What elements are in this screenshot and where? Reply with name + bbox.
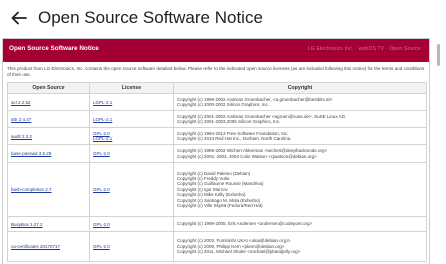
open-source-cell: ca-certificates 20170717 xyxy=(7,231,90,262)
copyright-cell: Copyright (c) 2001-2002 Andreas Gruenbac… xyxy=(173,110,427,128)
table-row: acl 2.2.52 LGPL-2.1 Copyright (c) 1999-200… xyxy=(7,93,427,111)
license-cell: GPL-2.0 xyxy=(89,144,174,163)
scrollbar[interactable] xyxy=(432,38,446,264)
table-row: attr 2.4.47 LGPL-2.1 Copyright (c) 2001-20… xyxy=(7,110,427,128)
notice-document[interactable]: Open Source Software Notice LG Electroni… xyxy=(2,38,430,264)
open-source-link[interactable]: acl 2.2.52 xyxy=(11,100,31,105)
open-source-cell: bash-completion 2.7 xyxy=(7,162,90,217)
table-header-row: Open Source License Copyright xyxy=(7,82,427,94)
open-source-link[interactable]: BusyBox 1.27.2 xyxy=(11,222,43,227)
license-cell: GPL-2.0 xyxy=(89,216,174,232)
copyright-line: Copyright (c) 2000-2002 Silicon Graphics… xyxy=(177,102,270,107)
banner-subtitle: LG Electronics Inc. · webOS TV · Open So… xyxy=(307,46,421,52)
intro-text: This product from LG Electronics, Inc. c… xyxy=(7,66,425,77)
column-header-open-source: Open Source xyxy=(7,82,90,94)
open-source-cell: BusyBox 1.27.2 xyxy=(7,216,90,232)
scroll-thumb[interactable] xyxy=(437,44,440,66)
license-cell: LGPL-2.1 xyxy=(89,93,174,111)
oss-table: Open Source License Copyright acl 2.2.52… xyxy=(7,82,427,262)
license-link[interactable]: GPL-2.0 xyxy=(93,151,170,156)
copyright-cell: Copyright (c) 1999-2002 Andreas Gruenbac… xyxy=(173,93,427,111)
open-source-link[interactable]: bash-completion 2.7 xyxy=(11,187,52,192)
license-cell: LGPL-2.1 xyxy=(89,110,174,128)
copyright-cell: Copyright (c) David Paleino (Debian) Copy… xyxy=(173,162,427,217)
license-link[interactable]: GPL-2.0 xyxy=(93,222,170,227)
copyright-line: Copyright (c) 1999-2005, Erik Andersen <… xyxy=(177,221,313,227)
license-link[interactable]: LGPL-2.1 xyxy=(93,117,170,122)
open-source-cell: attr 2.4.47 xyxy=(7,110,90,128)
copyright-line: Copyright (c) 2001-2003,2005 Silicon Gra… xyxy=(177,119,281,124)
back-arrow-icon xyxy=(11,11,27,25)
license-cell: GPL-2.0 xyxy=(89,162,174,217)
license-link[interactable]: LGPL-2.1 xyxy=(93,136,170,141)
table-row: bash-completion 2.7 GPL-2.0 Copyright (c) … xyxy=(7,162,427,217)
open-source-cell: audit 2.3.2 xyxy=(7,127,90,145)
column-header-copyright: Copyright xyxy=(173,82,427,94)
table-row: BusyBox 1.27.2 GPL-2.0 Copyright (c) 1999-… xyxy=(7,216,427,232)
table-row: audit 2.3.2 GPL-2.0 LGPL-2.1 Copyright (c) … xyxy=(7,127,427,145)
open-source-cell: acl 2.2.52 xyxy=(7,93,90,111)
copyright-line: Copyright (c) Ville Skyttä (Fedora/Red H… xyxy=(177,203,263,209)
copyright-cell: Copyright (c) 2003, Fumitoshi UKAI <ukai… xyxy=(173,231,427,262)
open-source-link[interactable]: attr 2.4.47 xyxy=(11,117,31,122)
copyright-line: Copyright (c) 2013 Red Hat Inc., Durham,… xyxy=(177,136,292,141)
copyright-line: Copyright (c) 2002, 2003, 2004 Colin Wat… xyxy=(177,153,317,159)
copyright-cell: Copyright (c) 1999-2002 Wichert Akkerman… xyxy=(173,144,427,163)
open-source-link[interactable]: audit 2.3.2 xyxy=(11,134,32,139)
license-link[interactable]: GPL-2.0 xyxy=(93,187,170,192)
column-header-license: License xyxy=(89,82,174,94)
copyright-line: Copyright (c) 2011, Michael Shuler <mich… xyxy=(177,249,301,255)
table-row: ca-certificates 20170717 GPL-2.0 Copyright… xyxy=(7,231,427,262)
notice-banner: Open Source Software Notice LG Electroni… xyxy=(3,39,429,62)
copyright-cell: Copyright (c) 1999-2005, Erik Andersen <… xyxy=(173,216,427,232)
app-header: Open Source Software Notice xyxy=(0,0,446,36)
copyright-cell: Copyright (c) 1994-2013 Free Software Fo… xyxy=(173,127,427,145)
license-cell: GPL-2.0 xyxy=(89,231,174,262)
open-source-link[interactable]: ca-certificates 20170717 xyxy=(11,244,60,249)
open-source-link[interactable]: base-passwd 3.5.29 xyxy=(11,151,51,156)
page-title: Open Source Software Notice xyxy=(38,8,263,27)
open-source-cell: base-passwd 3.5.29 xyxy=(7,144,90,163)
table-row: base-passwd 3.5.29 GPL-2.0 Copyright (c) 1… xyxy=(7,144,427,163)
license-link[interactable]: GPL-2.0 xyxy=(93,244,170,249)
back-button[interactable] xyxy=(6,5,32,31)
banner-title: Open Source Software Notice xyxy=(9,45,99,52)
license-cell: GPL-2.0 LGPL-2.1 xyxy=(89,127,174,145)
license-link[interactable]: LGPL-2.1 xyxy=(93,100,170,105)
